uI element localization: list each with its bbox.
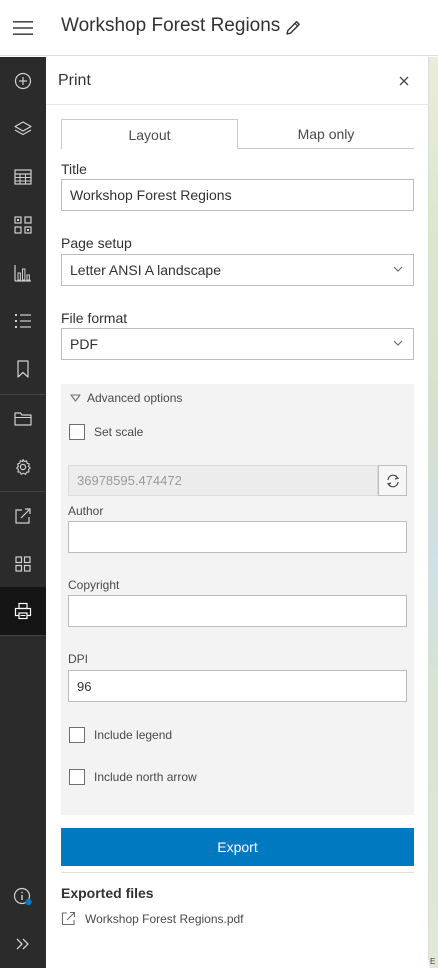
export-button[interactable]: Export <box>61 828 414 866</box>
share-icon[interactable] <box>0 492 46 540</box>
page-setup-value: Letter ANSI A landscape <box>70 262 221 278</box>
exported-files-title: Exported files <box>61 885 154 901</box>
table-icon[interactable] <box>0 153 46 201</box>
bookmark-icon[interactable] <box>0 345 46 393</box>
grid-icon[interactable] <box>0 540 46 588</box>
pencil-icon[interactable] <box>284 19 302 37</box>
app-title: Workshop Forest Regions <box>61 15 281 36</box>
include-legend-checkbox-row[interactable]: Include legend <box>69 727 172 743</box>
tab-map-only[interactable]: Map only <box>238 119 414 149</box>
set-scale-label: Set scale <box>94 425 144 439</box>
scale-input: 36978595.474472 <box>68 465 378 496</box>
set-scale-checkbox-row[interactable]: Set scale <box>69 424 143 440</box>
triangle-down-icon <box>70 394 81 402</box>
dpi-label: DPI <box>68 652 89 666</box>
chevron-down-icon <box>393 340 403 346</box>
page-setup-label: Page setup <box>61 235 132 251</box>
include-north-arrow-label: Include north arrow <box>94 770 197 784</box>
exported-file-name: Workshop Forest Regions.pdf <box>85 911 244 926</box>
exported-file-link[interactable]: Workshop Forest Regions.pdf <box>61 911 244 926</box>
hamburger-menu-icon[interactable] <box>0 0 46 56</box>
page-setup-select[interactable]: Letter ANSI A landscape <box>61 254 414 286</box>
map-view[interactable]: E <box>429 57 438 968</box>
panel-header: Print <box>46 57 429 105</box>
bar-chart-icon[interactable] <box>0 249 46 297</box>
print-panel: Print Layout Map only Title Workshop For… <box>46 57 429 960</box>
include-legend-label: Include legend <box>94 728 173 742</box>
map-attribution: E <box>430 957 436 966</box>
refresh-scale-button[interactable] <box>378 465 407 496</box>
section-divider <box>61 872 414 873</box>
plus-circle-icon[interactable] <box>0 57 46 105</box>
copyright-input[interactable] <box>68 595 407 627</box>
legend-icon[interactable] <box>0 201 46 249</box>
author-input[interactable] <box>68 521 407 553</box>
action-bar-divider <box>0 635 46 636</box>
tab-layout[interactable]: Layout <box>61 119 238 149</box>
title-input[interactable]: Workshop Forest Regions <box>61 179 414 211</box>
chevron-down-icon <box>393 266 403 272</box>
file-format-value: PDF <box>70 336 98 352</box>
folder-icon[interactable] <box>0 395 46 443</box>
action-bar <box>0 57 46 968</box>
include-north-arrow-checkbox-row[interactable]: Include north arrow <box>69 769 197 785</box>
layers-icon[interactable] <box>0 105 46 153</box>
app-header: Workshop Forest Regions <box>0 0 438 56</box>
dpi-input[interactable]: 96 <box>68 670 407 702</box>
external-link-icon <box>61 911 76 926</box>
info-icon[interactable] <box>0 873 46 921</box>
double-chevron-right-icon[interactable] <box>0 920 46 968</box>
author-label: Author <box>68 504 104 518</box>
notification-dot <box>25 898 32 906</box>
gear-icon[interactable] <box>0 443 46 491</box>
copyright-label: Copyright <box>68 578 120 592</box>
refresh-icon <box>386 474 399 487</box>
file-format-select[interactable]: PDF <box>61 328 414 360</box>
panel-title: Print <box>58 72 91 89</box>
advanced-options-label: Advanced options <box>87 391 183 405</box>
print-tabs: Layout Map only <box>61 119 414 149</box>
list-icon[interactable] <box>0 297 46 345</box>
title-label: Title <box>61 161 87 177</box>
close-icon[interactable] <box>394 71 414 91</box>
include-legend-checkbox[interactable] <box>69 727 85 743</box>
file-format-label: File format <box>61 310 128 326</box>
include-north-arrow-checkbox[interactable] <box>69 769 85 785</box>
advanced-options-toggle[interactable]: Advanced options <box>70 391 182 405</box>
printer-icon[interactable] <box>0 587 46 635</box>
advanced-options-section: Advanced options Set scale 36978595.4744… <box>61 384 414 815</box>
set-scale-checkbox[interactable] <box>69 424 85 440</box>
